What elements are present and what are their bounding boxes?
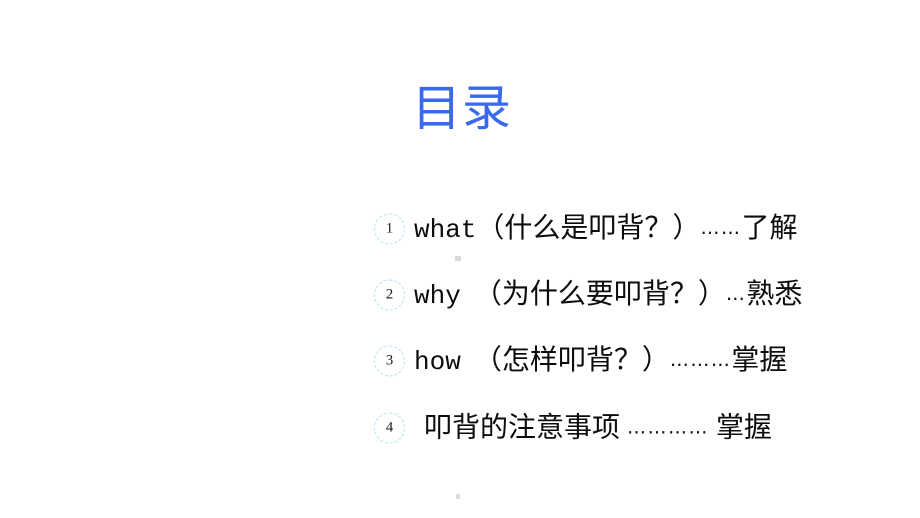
list-item[interactable]: 4 叩背的注意事项 ………… 掌握 — [0, 394, 920, 462]
page-title: 目录 — [0, 84, 920, 133]
list-item-leader: …… — [700, 216, 742, 239]
list-item-question: （为什么要叩背？） — [473, 278, 726, 310]
list-item-text: 叩背的注意事项 ………… 掌握 — [424, 412, 858, 443]
list-item-number: 1 — [385, 220, 394, 237]
list-item[interactable]: 2 why （为什么要叩背？）…熟悉 — [0, 262, 920, 328]
list-item-question: （怎样叩背？） — [473, 344, 670, 376]
list-item-leader: ……… — [669, 348, 732, 371]
list-item-text: what（什么是叩背？）……了解 — [414, 213, 858, 245]
list-item-question: （什么是叩背？） — [476, 212, 701, 244]
slide-canvas: 目录 1 what（什么是叩背？）……了解 2 why （为什么要叩背？）…熟悉 … — [0, 0, 920, 518]
list-item-question: 叩背的注意事项 — [424, 412, 621, 444]
list-item-leader: ………… — [627, 416, 710, 439]
list-item[interactable]: 3 how （怎样叩背？）………掌握 — [0, 328, 920, 394]
list-item-leader: … — [725, 282, 747, 305]
list-item-number-badge: 3 — [374, 345, 405, 377]
list-item-level: 了解 — [741, 212, 798, 244]
list-item-text: why （为什么要叩背？）…熟悉 — [414, 279, 858, 311]
list-item-number: 3 — [385, 352, 394, 369]
list-item-keyword: why — [414, 280, 461, 311]
page-title-text: 目录 — [411, 81, 512, 136]
list-item-keyword: what — [414, 214, 477, 245]
list-item-number: 2 — [385, 286, 394, 303]
speck-artifact — [456, 494, 460, 499]
list-item-keyword: how — [414, 346, 461, 377]
list-item-level: 熟悉 — [746, 278, 803, 310]
list-item[interactable]: 1 what（什么是叩背？）……了解 — [0, 196, 920, 262]
list-item-level: 掌握 — [731, 344, 788, 376]
list-item-number-badge: 2 — [374, 279, 405, 311]
speck-artifact — [455, 256, 461, 261]
list-item-number-badge: 1 — [374, 213, 405, 245]
table-of-contents: 1 what（什么是叩背？）……了解 2 why （为什么要叩背？）…熟悉 3 h… — [0, 196, 920, 462]
list-item-number-badge: 4 — [374, 412, 405, 444]
list-item-level: 掌握 — [716, 412, 773, 444]
list-item-text: how （怎样叩背？）………掌握 — [414, 345, 858, 377]
list-item-number: 4 — [385, 419, 394, 436]
